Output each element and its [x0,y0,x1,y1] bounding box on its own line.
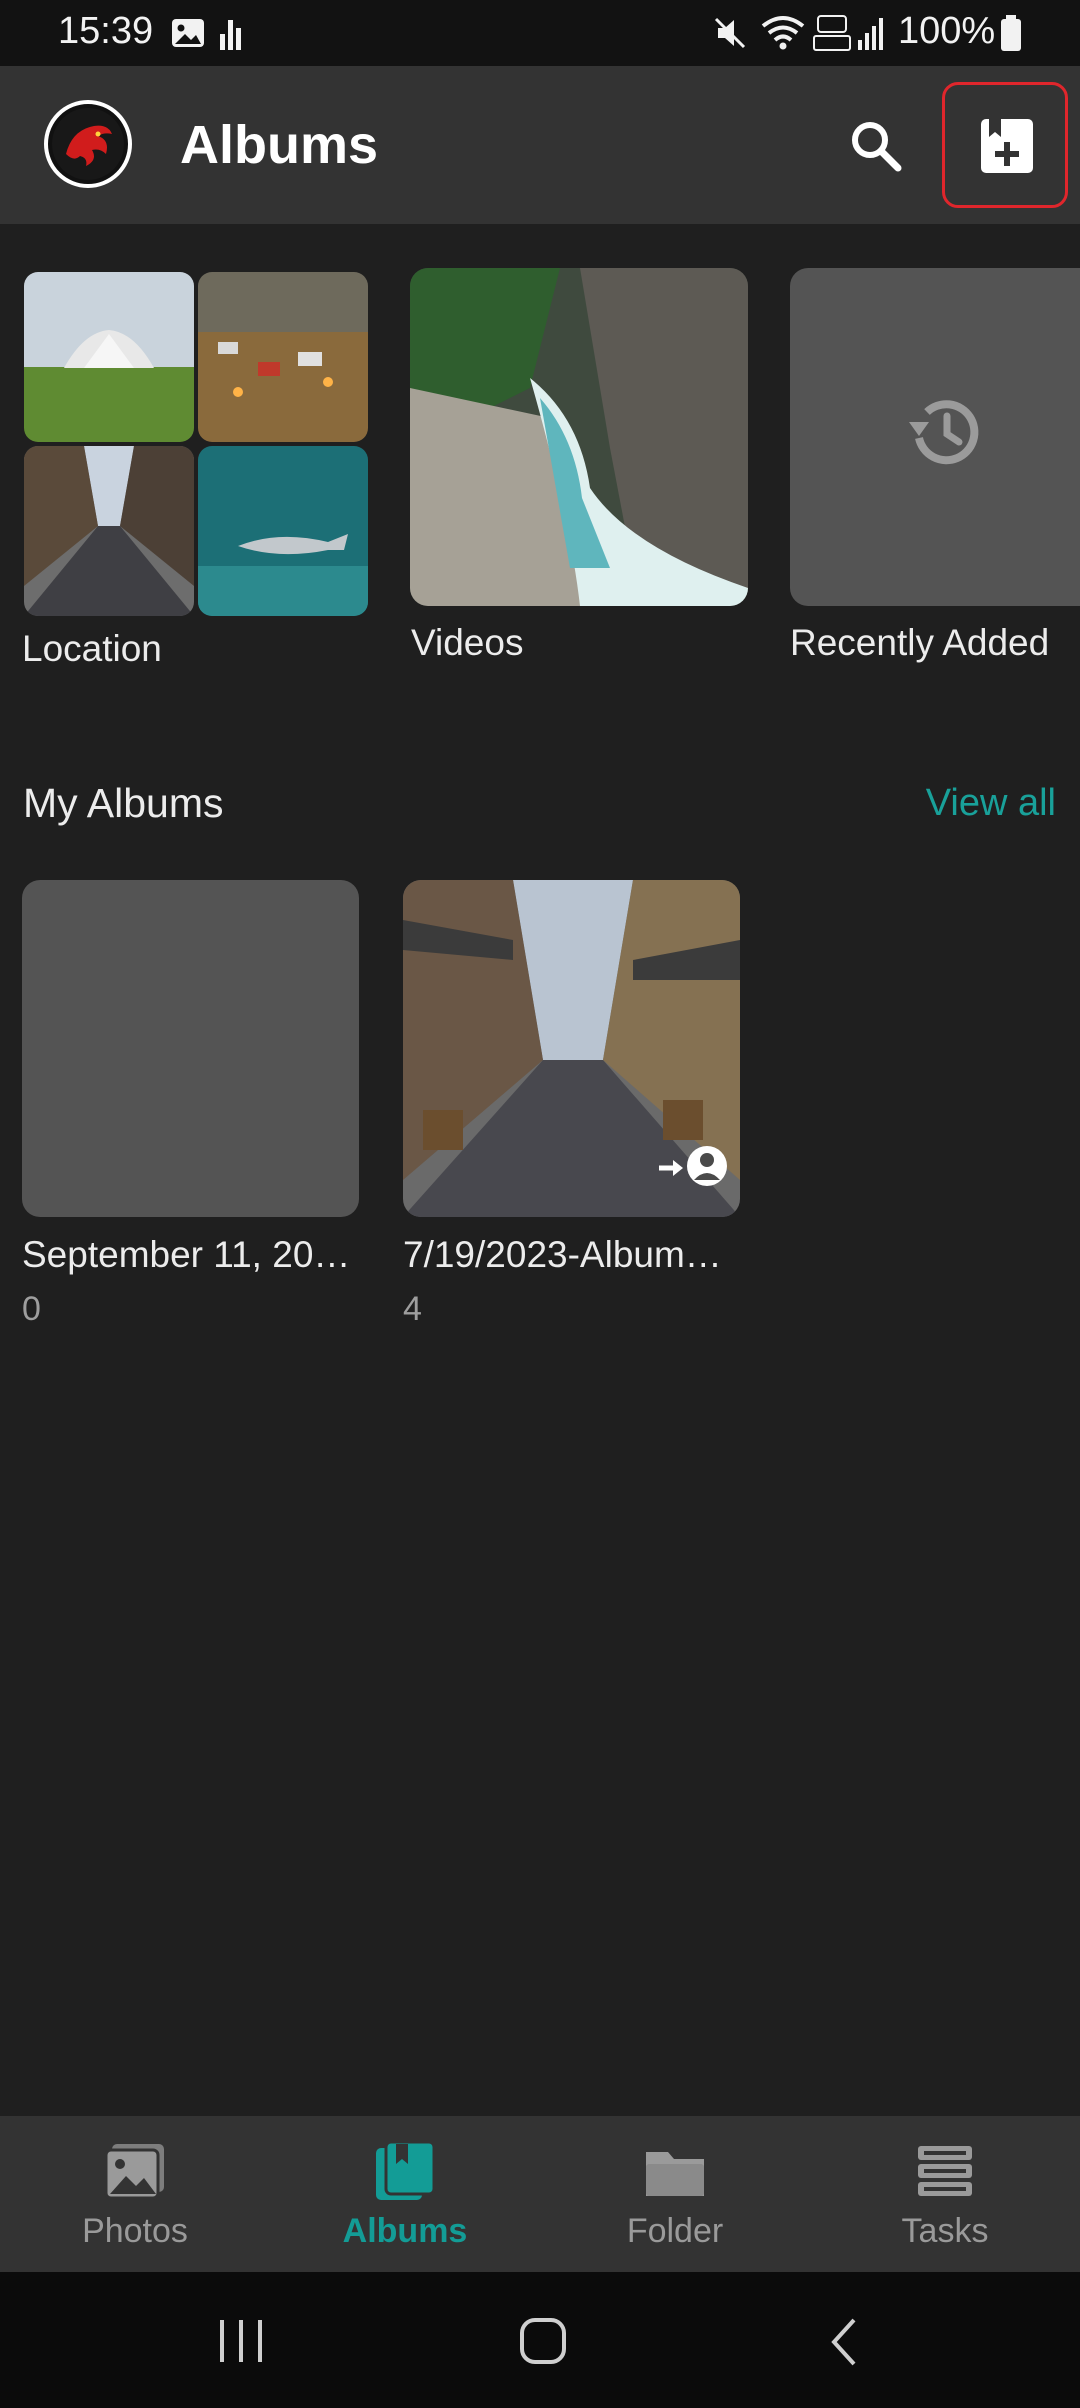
tasks-icon [918,2146,972,2196]
nav-photos[interactable]: Photos [0,2116,270,2272]
album-cover [403,880,740,1217]
back-icon[interactable] [828,2316,860,2368]
battery-percent: 100% [898,10,996,52]
volte-icon [813,15,851,51]
category-videos[interactable]: Videos [390,224,760,684]
search-icon [852,122,902,172]
album-cover-empty [22,880,359,1217]
nav-label: Folder [626,2212,724,2250]
history-icon [909,400,979,465]
category-label: Videos [411,622,524,663]
shared-album-icon [659,1146,727,1186]
album-item[interactable]: 7/19/2023-Album… 4 [403,880,743,1340]
albums-icon [376,2142,436,2200]
stats-notification-icon [220,20,241,50]
nav-label: Photos [82,2212,188,2250]
gallery-notification-icon [172,19,204,47]
nav-tasks[interactable]: Tasks [810,2116,1080,2272]
category-label: Location [22,628,162,669]
signal-icon [858,18,883,50]
location-thumb-2 [198,272,368,442]
add-album-icon [981,119,1033,173]
search-button[interactable] [840,110,912,182]
folder-icon [646,2152,704,2196]
recently-added-thumb [790,268,1080,606]
view-all-link[interactable]: View all [926,782,1056,825]
wifi-icon [761,16,805,50]
nav-label: Tasks [901,2212,989,2250]
location-thumb-4 [198,446,368,616]
videos-thumb [410,268,748,606]
location-thumb-3 [24,446,194,616]
nav-folder[interactable]: Folder [540,2116,810,2272]
status-bar: 15:39 100% [0,0,1080,66]
album-count: 4 [403,1290,422,1328]
recent-apps-icon[interactable] [216,2318,266,2364]
my-albums-title: My Albums [23,780,224,826]
nav-label: Albums [342,2212,468,2250]
app-bar: Albums [0,66,1080,224]
category-recently-added[interactable]: Recently Added [770,224,1080,684]
photos-icon [104,2144,164,2200]
add-album-button[interactable] [942,82,1068,208]
album-name: 7/19/2023-Album… [403,1234,722,1275]
system-navigation-bar [0,2272,1080,2408]
bottom-navigation: Photos Albums Folder Tasks [0,2116,1080,2272]
battery-icon [1001,15,1021,51]
category-location[interactable]: Location [0,224,390,684]
location-thumb-1 [24,272,194,442]
mute-icon [714,17,746,49]
home-icon[interactable] [518,2316,568,2366]
app-logo-icon[interactable] [44,100,132,188]
nav-albums[interactable]: Albums [270,2116,540,2272]
status-time: 15:39 [58,10,154,52]
category-label: Recently Added [790,622,1050,663]
page-title: Albums [180,115,379,175]
album-item[interactable]: September 11, 20… 0 [22,880,362,1340]
album-name: September 11, 20… [22,1234,351,1275]
album-count: 0 [22,1290,41,1328]
